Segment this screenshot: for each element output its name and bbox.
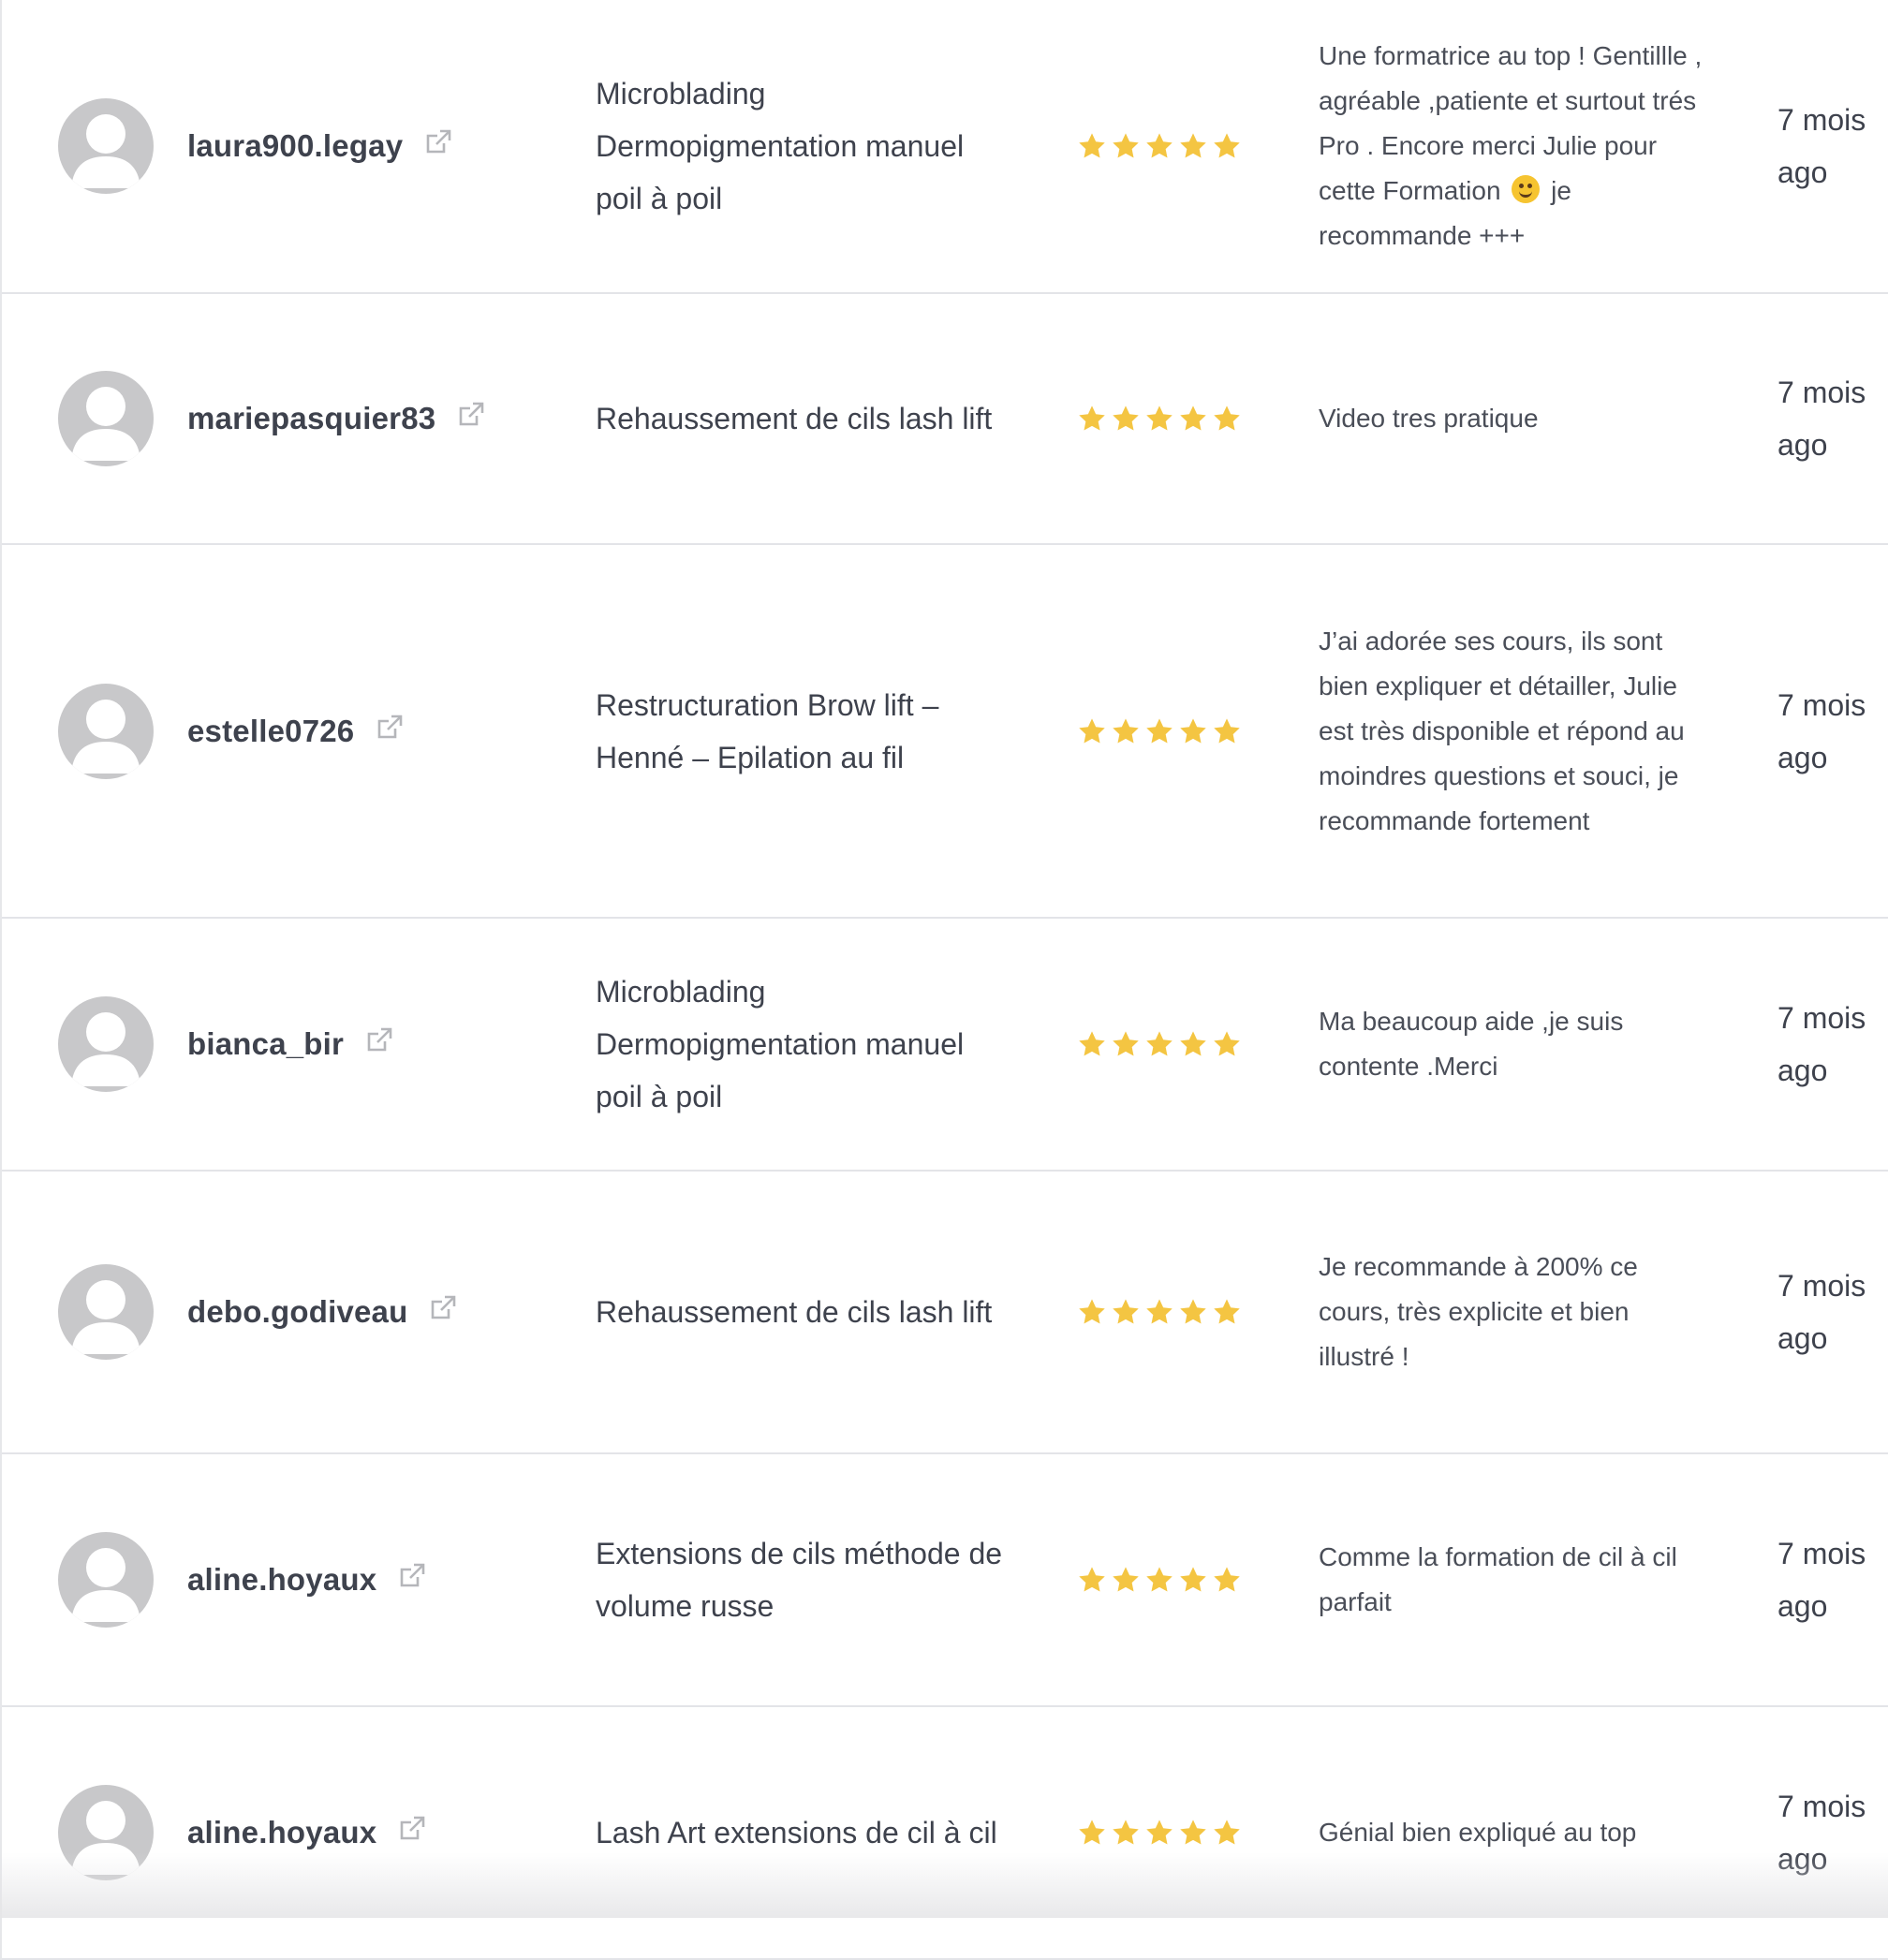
review-time: 7 mois ago [1777, 1269, 1866, 1355]
rating-stars [1077, 1818, 1242, 1848]
star-icon [1214, 405, 1240, 431]
review-time: 7 mois ago [1777, 1001, 1866, 1087]
star-icon [1180, 1299, 1206, 1324]
review-comment: Video tres pratique [1319, 404, 1539, 433]
review-time: 7 mois ago [1777, 376, 1866, 462]
star-icon [1113, 717, 1139, 744]
user-avatar [58, 98, 154, 194]
table-row: estelle0726 Restructuration Brow lift – … [2, 545, 1888, 919]
star-icon [1113, 133, 1139, 158]
star-icon [1146, 405, 1173, 431]
external-link-icon[interactable] [364, 1025, 394, 1055]
star-icon [1146, 1820, 1173, 1845]
course-name: Rehaussement de cils lash lift [596, 1295, 993, 1329]
external-link-icon[interactable] [456, 400, 486, 430]
star-icon [1180, 1031, 1206, 1056]
user-avatar [58, 1532, 154, 1628]
review-time: 7 mois ago [1777, 1790, 1866, 1876]
star-icon [1079, 717, 1105, 744]
table-row: laura900.legay Microblading Dermopigment… [2, 0, 1888, 294]
star-icon [1180, 717, 1206, 744]
review-comment: Comme la formation de cil à cil parfait [1319, 1542, 1677, 1616]
course-name: Microblading Dermopigmentation manuel po… [596, 77, 965, 215]
review-comment: J’ai adorée ses cours, ils sont bien exp… [1319, 626, 1685, 835]
smiling-face-emoji-icon [1512, 175, 1541, 203]
user-avatar [58, 1785, 154, 1880]
external-link-icon[interactable] [428, 1293, 458, 1323]
external-link-icon[interactable] [375, 713, 405, 743]
course-name: Extensions de cils méthode de volume rus… [596, 1537, 1003, 1623]
star-icon [1079, 133, 1105, 158]
course-name: Microblading Dermopigmentation manuel po… [596, 975, 965, 1113]
table-row: mariepasquier83 Rehaussement de cils las… [2, 294, 1888, 545]
star-icon [1146, 1567, 1173, 1592]
course-name: Restructuration Brow lift – Henné – Epil… [596, 687, 939, 774]
review-comment: Une formatrice au top ! Gentillle , agré… [1319, 41, 1703, 250]
rating-stars [1077, 716, 1242, 746]
review-time: 7 mois ago [1777, 103, 1866, 189]
star-icon [1214, 133, 1240, 158]
username-link[interactable]: aline.hoyaux [187, 1562, 376, 1598]
external-link-icon[interactable] [423, 127, 453, 157]
rating-stars [1077, 131, 1242, 161]
star-icon [1079, 1820, 1105, 1845]
table-row: bianca_bir Microblading Dermopigmentatio… [2, 919, 1888, 1172]
review-comment: Génial bien expliqué au top [1319, 1818, 1637, 1847]
course-name: Rehaussement de cils lash lift [596, 402, 993, 435]
star-icon [1079, 1567, 1105, 1592]
review-time: 7 mois ago [1777, 687, 1866, 774]
star-icon [1180, 133, 1206, 158]
table-row: aline.hoyaux Extensions de cils méthode … [2, 1454, 1888, 1707]
review-time: 7 mois ago [1777, 1537, 1866, 1623]
star-icon [1113, 1299, 1139, 1324]
rating-stars [1077, 1565, 1242, 1595]
username-link[interactable]: bianca_bir [187, 1026, 344, 1062]
external-link-icon[interactable] [397, 1814, 427, 1844]
course-name: Lash Art extensions de cil à cil [596, 1816, 997, 1849]
star-icon [1079, 1031, 1105, 1056]
star-icon [1180, 405, 1206, 431]
star-icon [1214, 1567, 1240, 1592]
star-icon [1180, 1820, 1206, 1845]
username-link[interactable]: mariepasquier83 [187, 401, 435, 436]
rating-stars [1077, 1297, 1242, 1327]
star-icon [1113, 1031, 1139, 1056]
username-link[interactable]: aline.hoyaux [187, 1815, 376, 1850]
star-icon [1146, 133, 1173, 158]
user-avatar [58, 996, 154, 1092]
external-link-icon[interactable] [397, 1561, 427, 1591]
user-avatar [58, 1264, 154, 1360]
rating-stars [1077, 1029, 1242, 1059]
star-icon [1113, 405, 1139, 431]
star-icon [1214, 1820, 1240, 1845]
star-icon [1146, 1299, 1173, 1324]
review-comment: Ma beaucoup aide ,je suis contente .Merc… [1319, 1007, 1624, 1081]
star-icon [1079, 1299, 1105, 1324]
star-icon [1146, 717, 1173, 744]
review-comment: Je recommande à 200% ce cours, très expl… [1319, 1252, 1638, 1371]
username-link[interactable]: estelle0726 [187, 714, 354, 749]
user-avatar [58, 371, 154, 466]
star-icon [1214, 1031, 1240, 1056]
user-avatar [58, 683, 154, 779]
star-icon [1214, 717, 1240, 744]
rating-stars [1077, 404, 1242, 434]
table-row: aline.hoyaux Lash Art extensions de cil … [2, 1707, 1888, 1960]
star-icon [1113, 1820, 1139, 1845]
star-icon [1180, 1567, 1206, 1592]
reviews-table: laura900.legay Microblading Dermopigment… [0, 0, 1888, 1960]
star-icon [1113, 1567, 1139, 1592]
star-icon [1079, 405, 1105, 431]
star-icon [1214, 1299, 1240, 1324]
star-icon [1146, 1031, 1173, 1056]
username-link[interactable]: laura900.legay [187, 128, 403, 164]
table-row: debo.godiveau Rehaussement de cils lash … [2, 1172, 1888, 1454]
username-link[interactable]: debo.godiveau [187, 1294, 407, 1330]
